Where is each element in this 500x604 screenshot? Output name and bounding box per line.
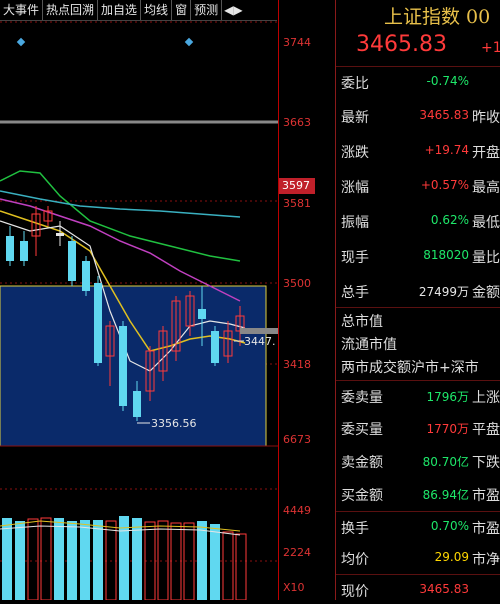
candlestick-chart[interactable]: 3447. 3356.56 (0, 21, 278, 601)
row-right-label: 市盈 (472, 521, 500, 537)
row-value: 3465.83 (419, 582, 469, 596)
row-label: 委买量 (341, 422, 383, 438)
low-price-label: 3356.56 (151, 417, 197, 430)
row-right-label: 昨收 (472, 110, 500, 126)
axis-tick: 3744 (283, 36, 311, 49)
row-label: 委卖量 (341, 390, 383, 406)
row-label: 现价 (341, 584, 369, 600)
axis-tick: 3581 (283, 197, 311, 210)
row-label: 均价 (341, 552, 369, 568)
quote-row: 委比 -0.74% (336, 66, 500, 95)
quote-row: 涨幅 +0.57% 最高 (336, 171, 500, 199)
row-label: 买金额 (341, 488, 383, 504)
row-value: 80.70亿 (422, 455, 469, 469)
event-marker-icon[interactable] (184, 37, 194, 47)
axis-tick: 2224 (283, 546, 311, 559)
row-value: 29.09 (434, 550, 469, 564)
axis-tick: 3500 (283, 277, 311, 290)
chart-toolbar: 大事件 热点回溯 加自选 均线 窗 预测 ◀▶ (0, 0, 277, 21)
row-value: 0.62% (430, 213, 469, 227)
row-label: 最新 (341, 110, 369, 126)
row-value: 0.70% (430, 519, 469, 533)
quote-row: 现价 3465.83 (336, 574, 500, 603)
float-market-cap-label: 流通市值 (341, 337, 397, 353)
row-right-label: 量比 (472, 250, 500, 266)
last-price-band (240, 328, 278, 334)
quote-row: 总手 27499万 金额 (336, 276, 500, 304)
quote-row: 委卖量 1796万 上涨 (336, 380, 500, 409)
last-price-label: 3447. (244, 335, 276, 348)
turnover-label: 两市成交额沪市+深市 (341, 360, 479, 376)
price-axis: 3744 3663 3597 3581 3500 3418 6673 4449 … (278, 0, 335, 600)
row-label: 涨跌 (341, 145, 369, 161)
axis-tick: 3418 (283, 358, 311, 371)
total-market-cap-label: 总市值 (341, 314, 383, 330)
row-value: +19.74 (424, 143, 469, 157)
toolbar-hotspot-button[interactable]: 热点回溯 (43, 0, 99, 20)
quote-panel: 上证指数 00 3465.83 +19 委比 -0.74% 最新 3465.83… (335, 0, 500, 600)
row-value: 818020 (423, 248, 469, 262)
row-right-label: 开盘 (472, 145, 500, 161)
row-right-label: 最高 (472, 180, 500, 196)
row-value: 1770万 (426, 422, 469, 436)
current-price-tag: 3597 (279, 178, 315, 194)
axis-tick: 3663 (283, 116, 311, 129)
volume-scale-label: X10 (283, 581, 305, 594)
current-price: 3465.83 (356, 32, 447, 57)
toolbar-window-button[interactable]: 窗 (172, 0, 192, 20)
price-change: +19 (481, 40, 500, 56)
row-label: 总手 (341, 285, 369, 301)
quote-row: 委买量 1770万 平盘 (336, 413, 500, 441)
row-value: 27499万 (418, 285, 469, 299)
toolbar-forecast-button[interactable]: 预测 (191, 0, 223, 20)
row-right-label: 上涨 (472, 390, 500, 406)
row-value: 86.94亿 (422, 488, 469, 502)
quote-row: 振幅 0.62% 最低 (336, 206, 500, 234)
toolbar-events-button[interactable]: 大事件 (0, 0, 44, 20)
divider (336, 307, 500, 308)
quote-row: 卖金额 80.70亿 下跌 (336, 446, 500, 474)
quote-row: 涨跌 +19.74 开盘 (336, 136, 500, 164)
quote-row: 均价 29.09 市净 (336, 543, 500, 571)
row-label: 换手 (341, 521, 369, 537)
row-right-label: 最低 (472, 215, 500, 231)
row-right-label: 下跌 (472, 455, 500, 471)
toolbar-ma-button[interactable]: 均线 (141, 0, 173, 20)
row-label: 卖金额 (341, 455, 383, 471)
axis-tick: 4449 (283, 504, 311, 517)
row-right-label: 市盈 (472, 488, 500, 504)
quote-row: 现手 818020 量比 (336, 241, 500, 269)
selection-range-box[interactable] (0, 285, 267, 447)
candlestick-svg: 3447. 3356.56 (0, 21, 278, 601)
axis-tick: 6673 (283, 433, 311, 446)
toolbar-add-watchlist-button[interactable]: 加自选 (98, 0, 142, 20)
quote-row: 换手 0.70% 市盈 (336, 511, 500, 540)
event-marker-icon[interactable] (16, 37, 26, 47)
toolbar-scroll-arrows-icon[interactable]: ◀▶ (222, 0, 244, 20)
volume-bars (2, 516, 247, 601)
row-value: -0.74% (426, 74, 469, 88)
index-title: 上证指数 00 (384, 6, 491, 28)
quote-row: 最新 3465.83 昨收 (336, 101, 500, 129)
row-value: +0.57% (420, 178, 469, 192)
row-value: 1796万 (426, 390, 469, 404)
row-right-label: 平盘 (472, 422, 500, 438)
row-right-label: 市净 (472, 552, 500, 568)
row-value: 3465.83 (419, 108, 469, 122)
row-right-label: 金额 (472, 285, 500, 301)
quote-row: 买金额 86.94亿 市盈 (336, 479, 500, 507)
row-label: 委比 (341, 76, 369, 92)
row-label: 振幅 (341, 215, 369, 231)
row-label: 涨幅 (341, 180, 369, 196)
row-label: 现手 (341, 250, 369, 266)
